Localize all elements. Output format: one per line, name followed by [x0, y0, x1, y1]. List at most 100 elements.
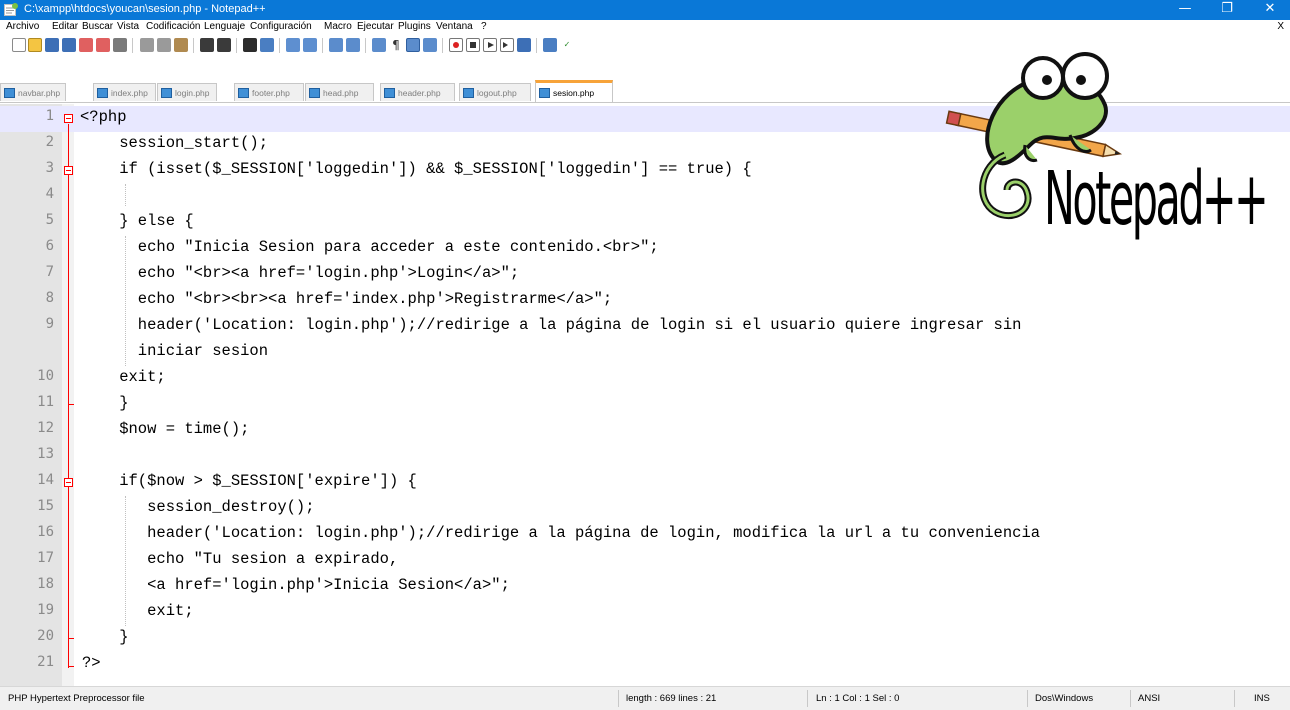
code-editor[interactable]: 1 <?php 2 session_start(); 3 if (isset($…: [0, 52, 1290, 686]
code-line-wrap[interactable]: iniciar sesion: [0, 340, 1290, 366]
code-text: exit;: [82, 368, 166, 386]
play-macro-icon[interactable]: [483, 38, 497, 52]
tab-navbar-php[interactable]: navbar.php: [0, 83, 66, 101]
line-number: 7: [45, 264, 54, 280]
code-line[interactable]: 12 $now = time();: [0, 418, 1290, 444]
file-saved-icon: [309, 88, 320, 98]
status-insert-mode[interactable]: INS: [1254, 693, 1270, 704]
code-line[interactable]: 21 ?>: [0, 652, 1290, 678]
record-macro-icon[interactable]: [449, 38, 463, 52]
save-all-icon[interactable]: [62, 38, 76, 52]
tab-login-php[interactable]: login.php: [157, 83, 217, 101]
tab-sesion-php[interactable]: sesion.php: [535, 80, 613, 102]
line-number: 1: [45, 108, 54, 124]
menu-macro[interactable]: Macro: [324, 21, 352, 32]
stop-macro-icon[interactable]: [466, 38, 480, 52]
code-line[interactable]: 19 exit;: [0, 600, 1290, 626]
copy-icon[interactable]: [157, 38, 171, 52]
spell-check-icon[interactable]: [543, 38, 557, 52]
code-line[interactable]: 16 header('Location: login.php');//redir…: [0, 522, 1290, 548]
code-line[interactable]: 14 if($now > $_SESSION['expire']) {: [0, 470, 1290, 496]
show-all-chars-icon[interactable]: ¶: [389, 38, 403, 52]
abc-check-icon[interactable]: ✓: [560, 38, 574, 52]
code-line[interactable]: 11 }: [0, 392, 1290, 418]
zoom-out-icon[interactable]: [303, 38, 317, 52]
open-file-icon[interactable]: [28, 38, 42, 52]
save-icon[interactable]: [45, 38, 59, 52]
code-text: <?php: [80, 108, 127, 126]
paste-icon[interactable]: [174, 38, 188, 52]
code-line[interactable]: 9 header('Location: login.php');//rediri…: [0, 314, 1290, 340]
code-line[interactable]: 17 echo "Tu sesion a expirado,: [0, 548, 1290, 574]
code-text: echo "<br><br><a href='index.php'>Regist…: [82, 290, 613, 308]
code-line[interactable]: 8 echo "<br><br><a href='index.php'>Regi…: [0, 288, 1290, 314]
line-number: 15: [37, 498, 54, 514]
status-length-lines: length : 669 lines : 21: [626, 693, 717, 704]
sync-horizontal-icon[interactable]: [346, 38, 360, 52]
menu-ejecutar[interactable]: Ejecutar: [357, 21, 394, 32]
line-number: 18: [37, 576, 54, 592]
close-window-button[interactable]: ✕: [1250, 0, 1290, 20]
sync-vertical-icon[interactable]: [329, 38, 343, 52]
menu-editar[interactable]: Editar: [52, 21, 78, 32]
tab-index-php[interactable]: index.php: [93, 83, 156, 101]
tab-footer-php[interactable]: footer.php: [234, 83, 304, 101]
close-all-icon[interactable]: [96, 38, 110, 52]
menu-plugins[interactable]: Plugins: [398, 21, 431, 32]
status-encoding[interactable]: ANSI: [1138, 693, 1160, 704]
new-file-icon[interactable]: [12, 38, 26, 52]
code-line[interactable]: 18 <a href='login.php'>Inicia Sesion</a>…: [0, 574, 1290, 600]
close-icon[interactable]: [79, 38, 93, 52]
save-macro-icon[interactable]: [517, 38, 531, 52]
fold-toggle[interactable]: [64, 478, 73, 487]
tab-logout-php[interactable]: logout.php: [459, 83, 531, 101]
toolbar-separator: [536, 38, 537, 53]
menu-help[interactable]: ?: [481, 21, 487, 32]
menu-configuracion[interactable]: Configuración: [250, 21, 312, 32]
redo-icon[interactable]: [217, 38, 231, 52]
menu-lenguaje[interactable]: Lenguaje: [204, 21, 245, 32]
fold-toggle[interactable]: [64, 114, 73, 123]
close-document-button[interactable]: X: [1277, 21, 1284, 32]
menu-vista[interactable]: Vista: [117, 21, 139, 32]
code-text: exit;: [82, 602, 194, 620]
maximize-button[interactable]: ❐: [1207, 0, 1247, 20]
code-line[interactable]: 13: [0, 444, 1290, 470]
file-saved-icon: [161, 88, 172, 98]
tab-head-php[interactable]: head.php: [305, 83, 374, 101]
menu-codificacion[interactable]: Codificación: [146, 21, 200, 32]
find-icon[interactable]: [243, 38, 257, 52]
toolbar-separator: [236, 38, 237, 53]
word-wrap-icon[interactable]: [372, 38, 386, 52]
status-position[interactable]: Ln : 1 Col : 1 Sel : 0: [816, 693, 899, 704]
line-number: 2: [45, 134, 54, 150]
file-saved-icon: [384, 88, 395, 98]
status-divider: [1130, 690, 1131, 707]
doc-map-icon[interactable]: [423, 38, 437, 52]
code-line[interactable]: 10 exit;: [0, 366, 1290, 392]
print-icon[interactable]: [113, 38, 127, 52]
fold-toggle[interactable]: [64, 166, 73, 175]
file-saved-icon: [238, 88, 249, 98]
indent-guide: [125, 184, 126, 206]
status-divider: [1234, 690, 1235, 707]
minimize-button[interactable]: —: [1165, 0, 1205, 20]
code-line[interactable]: 15 session_destroy();: [0, 496, 1290, 522]
cut-icon[interactable]: [140, 38, 154, 52]
status-eol[interactable]: Dos\Windows: [1035, 693, 1093, 704]
tab-header-php[interactable]: header.php: [380, 83, 455, 101]
line-number: 5: [45, 212, 54, 228]
menu-ventana[interactable]: Ventana: [436, 21, 473, 32]
menu-buscar[interactable]: Buscar: [82, 21, 113, 32]
run-macro-multiple-icon[interactable]: [500, 38, 514, 52]
tab-label: header.php: [398, 88, 441, 98]
indent-guide-icon[interactable]: [406, 38, 420, 52]
code-line[interactable]: 20 }: [0, 626, 1290, 652]
tab-label: sesion.php: [553, 88, 595, 98]
zoom-in-icon[interactable]: [286, 38, 300, 52]
code-text: iniciar sesion: [82, 342, 269, 360]
replace-icon[interactable]: [260, 38, 274, 52]
menu-archivo[interactable]: Archivo: [6, 21, 39, 32]
undo-icon[interactable]: [200, 38, 214, 52]
line-number: 16: [37, 524, 54, 540]
